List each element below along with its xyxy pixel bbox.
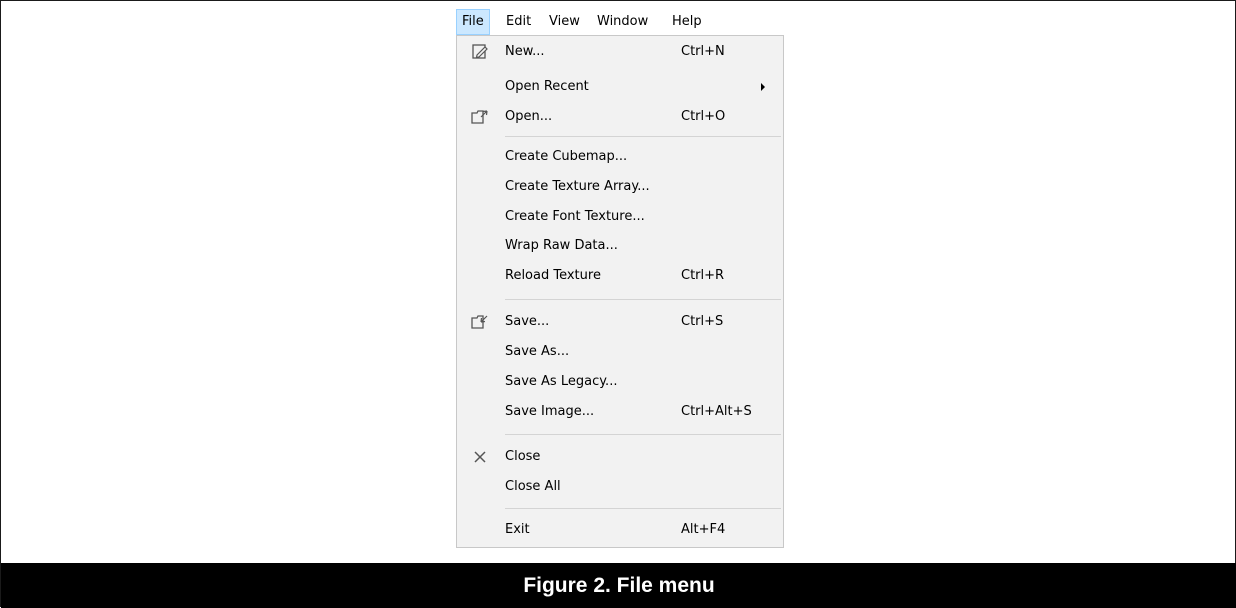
menu-item-save[interactable]: Save... Ctrl+S — [457, 308, 783, 336]
menu-item-open-recent[interactable]: Open Recent — [457, 73, 783, 101]
menu-item-label: Create Cubemap... — [505, 149, 628, 164]
open-folder-icon — [470, 108, 490, 126]
menu-item-close[interactable]: Close — [457, 443, 783, 471]
menu-item-shortcut: Ctrl+R — [681, 268, 725, 283]
menu-separator — [505, 508, 781, 509]
menu-item-create-font-texture[interactable]: Create Font Texture... — [457, 203, 783, 231]
menu-item-label: Save... — [505, 314, 550, 329]
menu-item-label: Reload Texture — [505, 268, 601, 283]
figure-caption: Figure 2. File menu — [523, 574, 715, 597]
menu-item-label: Exit — [505, 522, 530, 537]
screenshot-frame: File Edit View Window Help New... Ctrl+N… — [0, 0, 1236, 608]
menu-separator — [505, 299, 781, 300]
menu-separator — [505, 434, 781, 435]
file-menu-dropdown: New... Ctrl+N Open Recent Open... Ctrl+O… — [456, 35, 784, 548]
menu-window[interactable]: Window — [597, 9, 648, 35]
menu-file[interactable]: File — [456, 9, 490, 35]
menu-item-close-all[interactable]: Close All — [457, 473, 783, 501]
menu-edit[interactable]: Edit — [506, 9, 531, 35]
menu-item-shortcut: Ctrl+S — [681, 314, 724, 329]
menu-item-shortcut: Ctrl+O — [681, 109, 726, 124]
figure-caption-bar: Figure 2. File menu — [1, 563, 1236, 608]
menu-item-create-cubemap[interactable]: Create Cubemap... — [457, 143, 783, 171]
menu-item-shortcut: Ctrl+Alt+S — [681, 404, 752, 419]
menu-item-save-as-legacy[interactable]: Save As Legacy... — [457, 368, 783, 396]
menu-item-label: Save As... — [505, 344, 570, 359]
menu-item-label: New... — [505, 44, 545, 59]
menu-item-new[interactable]: New... Ctrl+N — [457, 38, 783, 66]
menu-item-label: Close All — [505, 479, 561, 494]
menu-bar: File Edit View Window Help — [456, 9, 786, 35]
submenu-arrow-icon — [761, 83, 765, 91]
menu-view[interactable]: View — [549, 9, 580, 35]
new-document-icon — [470, 43, 490, 61]
close-x-icon — [470, 448, 490, 466]
menu-item-label: Create Font Texture... — [505, 209, 645, 224]
menu-item-label: Save As Legacy... — [505, 374, 618, 389]
menu-item-reload-texture[interactable]: Reload Texture Ctrl+R — [457, 262, 783, 290]
menu-item-label: Create Texture Array... — [505, 179, 650, 194]
save-folder-icon — [470, 313, 490, 331]
menu-separator — [505, 136, 781, 137]
menu-item-exit[interactable]: Exit Alt+F4 — [457, 516, 783, 544]
menu-item-label: Wrap Raw Data... — [505, 238, 618, 253]
menu-item-shortcut: Ctrl+N — [681, 44, 725, 59]
menu-item-label: Save Image... — [505, 404, 595, 419]
menu-item-wrap-raw-data[interactable]: Wrap Raw Data... — [457, 232, 783, 260]
menu-item-shortcut: Alt+F4 — [681, 522, 726, 537]
menu-item-save-as[interactable]: Save As... — [457, 338, 783, 366]
menu-item-create-texture-array[interactable]: Create Texture Array... — [457, 173, 783, 201]
menu-item-label: Close — [505, 449, 541, 464]
menu-item-label: Open... — [505, 109, 553, 124]
menu-item-save-image[interactable]: Save Image... Ctrl+Alt+S — [457, 398, 783, 426]
menu-item-open[interactable]: Open... Ctrl+O — [457, 103, 783, 131]
menu-item-label: Open Recent — [505, 79, 589, 94]
menu-help[interactable]: Help — [672, 9, 702, 35]
